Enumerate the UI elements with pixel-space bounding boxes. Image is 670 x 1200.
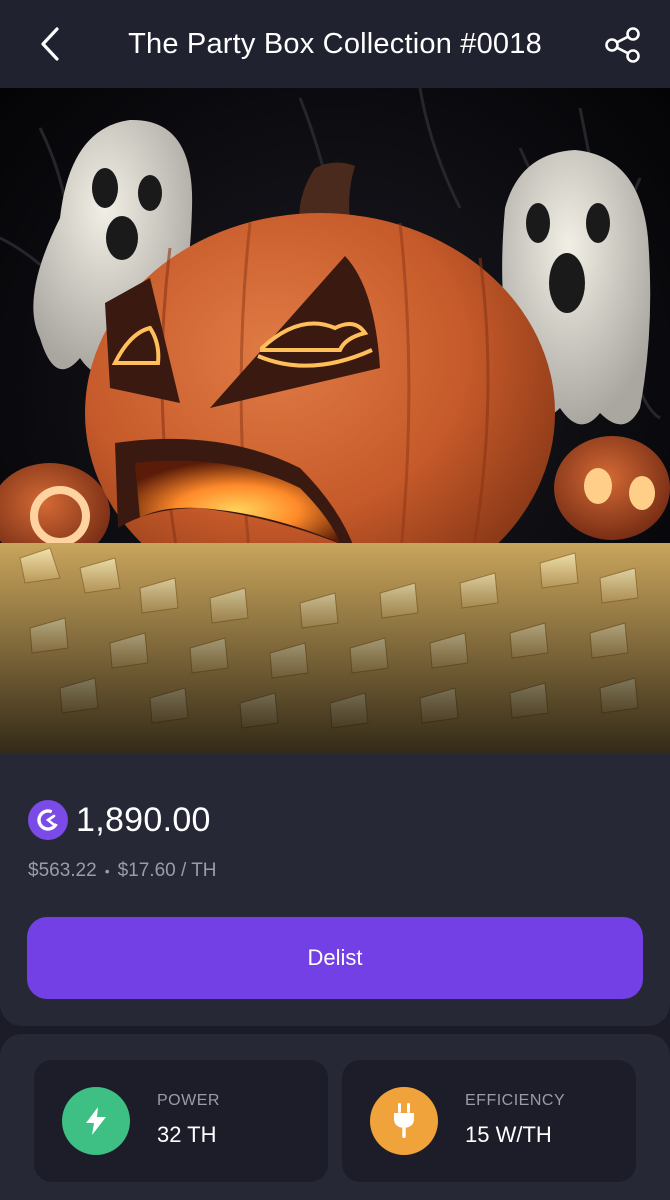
price-card: 1,890.00 $563.22 • $17.60 / TH Delist — [0, 754, 670, 1026]
price-details: $563.22 • $17.60 / TH — [28, 860, 217, 882]
power-stat-card: POWER 32 TH — [34, 1060, 328, 1182]
share-button[interactable] — [600, 22, 646, 68]
power-label: POWER — [157, 1092, 220, 1109]
delist-button[interactable]: Delist — [27, 917, 643, 999]
page-title: The Party Box Collection #0018 — [128, 27, 542, 60]
stats-panel: POWER 32 TH EFFICIENCY 15 W/TH — [0, 1034, 670, 1200]
price-row: 1,890.00 — [28, 800, 211, 840]
lightning-icon — [62, 1087, 130, 1155]
gomining-token-icon — [28, 800, 68, 840]
efficiency-stat-card: EFFICIENCY 15 W/TH — [342, 1060, 636, 1182]
price-per-th: $17.60 / TH — [117, 860, 217, 881]
separator-dot: • — [104, 863, 110, 879]
share-icon — [605, 27, 640, 63]
top-app-bar: The Party Box Collection #0018 — [0, 0, 670, 88]
price-amount: 1,890.00 — [76, 800, 211, 839]
usd-value: $563.22 — [28, 860, 97, 881]
nft-artwork-image — [0, 88, 670, 754]
plug-icon — [370, 1087, 438, 1155]
power-value: 32 TH — [157, 1122, 217, 1147]
chevron-left-icon — [41, 27, 59, 61]
back-button[interactable] — [30, 22, 70, 66]
efficiency-value: 15 W/TH — [465, 1122, 552, 1147]
efficiency-label: EFFICIENCY — [465, 1092, 566, 1109]
